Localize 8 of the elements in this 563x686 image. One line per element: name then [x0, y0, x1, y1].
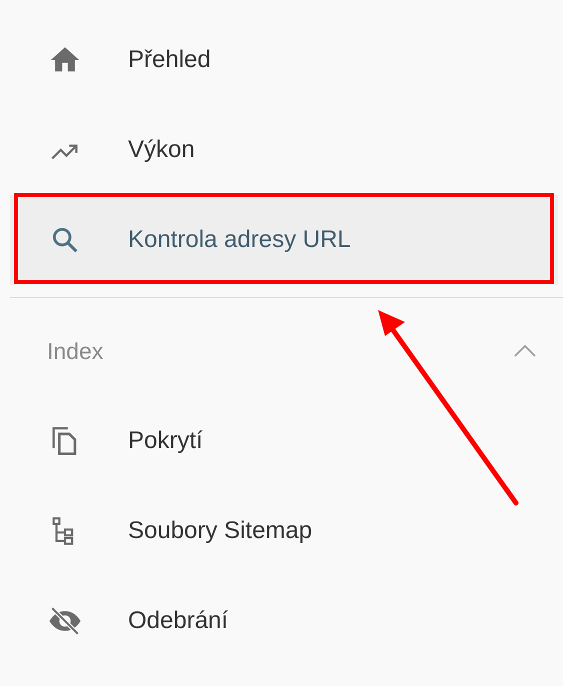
- nav-item[interactable]: Přehled: [10, 15, 558, 105]
- nav-item[interactable]: Pokrytí: [10, 396, 558, 486]
- nav-item[interactable]: Soubory Sitemap: [10, 486, 558, 576]
- nav-item[interactable]: Výkon: [10, 105, 558, 195]
- nav-item[interactable]: Odebrání: [10, 576, 558, 666]
- section-title: Index: [47, 338, 104, 364]
- chevron-up-icon[interactable]: [513, 344, 537, 358]
- nav-item[interactable]: Kontrola adresy URL: [10, 195, 558, 285]
